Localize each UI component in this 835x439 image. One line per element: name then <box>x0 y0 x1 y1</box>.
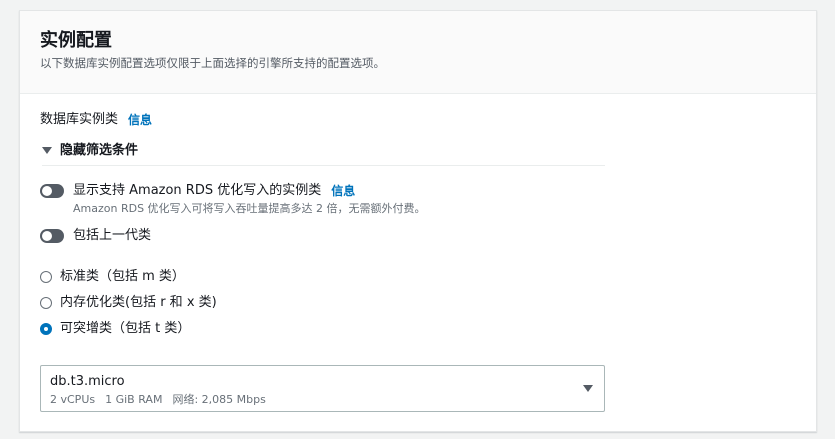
instance-class-select[interactable]: db.t3.micro 2 vCPUs 1 GiB RAM 网络: 2,085 … <box>40 365 605 412</box>
previous-gen-toggle[interactable] <box>40 229 64 243</box>
expander-label: 隐藏筛选条件 <box>60 143 139 158</box>
memory-size: 1 GiB RAM <box>105 393 163 406</box>
panel-description: 以下数据库实例配置选项仅限于上面选择的引擎所支持的配置选项。 <box>40 56 385 70</box>
instance-class-specs: 2 vCPUs 1 GiB RAM 网络: 2,085 Mbps <box>50 393 266 407</box>
optimized-writes-label: 显示支持 Amazon RDS 优化写入的实例类 <box>73 183 322 198</box>
radio-button[interactable] <box>40 271 52 283</box>
caret-down-icon <box>583 385 593 392</box>
panel-header: 实例配置 以下数据库实例配置选项仅限于上面选择的引擎所支持的配置选项。 <box>20 11 816 94</box>
toggle-knob <box>42 231 52 241</box>
radio-button[interactable] <box>40 297 52 309</box>
selected-instance-class: db.t3.micro <box>50 374 125 389</box>
radio-label: 标准类（包括 m 类） <box>60 269 185 284</box>
instance-class-info-link[interactable]: 信息 <box>128 110 152 130</box>
previous-gen-toggle-row: 包括上一代类 <box>40 226 151 246</box>
optimized-writes-toggle-row: 显示支持 Amazon RDS 优化写入的实例类 信息 <box>40 181 355 201</box>
instance-class-label: 数据库实例类 <box>40 112 119 127</box>
optimized-writes-info-link[interactable]: 信息 <box>331 181 355 201</box>
radio-memory-optimized-classes[interactable]: 内存优化类(包括 r 和 x 类) <box>40 293 217 313</box>
toggle-knob <box>42 186 52 196</box>
vcpu-count: 2 vCPUs <box>50 393 96 406</box>
network-bandwidth: 网络: 2,085 Mbps <box>172 393 266 406</box>
optimized-writes-description: Amazon RDS 优化写入可将写入吞吐量提高多达 2 倍，无需额外付费。 <box>73 202 426 215</box>
radio-button-selected[interactable] <box>40 323 52 335</box>
caret-down-icon <box>42 147 52 154</box>
instance-class-field: 数据库实例类 信息 <box>40 110 152 130</box>
radio-label: 可突增类（包括 t 类） <box>60 321 191 336</box>
previous-gen-label: 包括上一代类 <box>73 228 152 243</box>
radio-burstable-classes[interactable]: 可突增类（包括 t 类） <box>40 319 190 339</box>
radio-standard-classes[interactable]: 标准类（包括 m 类） <box>40 267 185 287</box>
panel-title: 实例配置 <box>40 30 112 51</box>
optimized-writes-toggle[interactable] <box>40 184 64 198</box>
hide-filters-expander[interactable]: 隐藏筛选条件 <box>42 141 605 166</box>
instance-configuration-panel: 实例配置 以下数据库实例配置选项仅限于上面选择的引擎所支持的配置选项。 数据库实… <box>19 10 817 432</box>
optimized-writes-label-group: 显示支持 Amazon RDS 优化写入的实例类 信息 <box>73 181 355 201</box>
previous-gen-label-group: 包括上一代类 <box>73 226 151 246</box>
radio-label: 内存优化类(包括 r 和 x 类) <box>60 295 217 310</box>
